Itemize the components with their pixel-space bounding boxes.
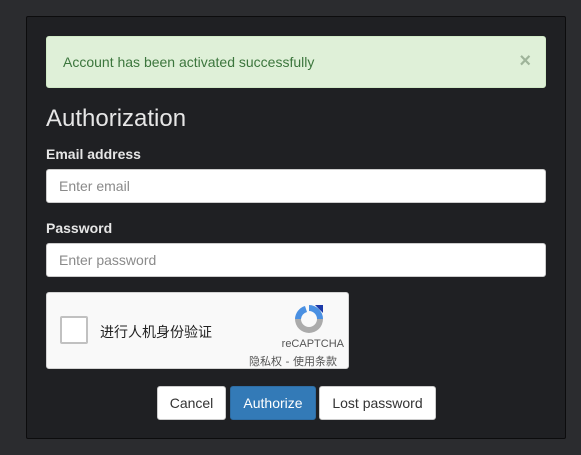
- recaptcha-widget: 进行人机身份验证 reCAPTCHA 隐私权 - 使用条款: [46, 292, 349, 369]
- recaptcha-checkbox[interactable]: [60, 316, 88, 344]
- recaptcha-links[interactable]: 隐私权 - 使用条款: [249, 353, 337, 369]
- authorize-button[interactable]: Authorize: [230, 386, 316, 420]
- page-title: Authorization: [46, 105, 187, 132]
- password-field[interactable]: [46, 243, 546, 277]
- recaptcha-brand: reCAPTCHA: [281, 338, 344, 350]
- success-alert: Account has been activated successfully …: [46, 36, 546, 88]
- email-field[interactable]: [46, 169, 546, 203]
- recaptcha-logo-icon: [295, 305, 323, 333]
- password-label: Password: [46, 220, 113, 236]
- email-label: Email address: [46, 146, 141, 162]
- cancel-button[interactable]: Cancel: [157, 386, 226, 420]
- lost-password-button[interactable]: Lost password: [319, 386, 436, 420]
- login-panel: Account has been activated successfully …: [26, 16, 566, 439]
- recaptcha-label: 进行人机身份验证: [100, 325, 212, 341]
- close-icon[interactable]: ×: [519, 51, 531, 71]
- alert-message: Account has been activated successfully: [63, 54, 315, 70]
